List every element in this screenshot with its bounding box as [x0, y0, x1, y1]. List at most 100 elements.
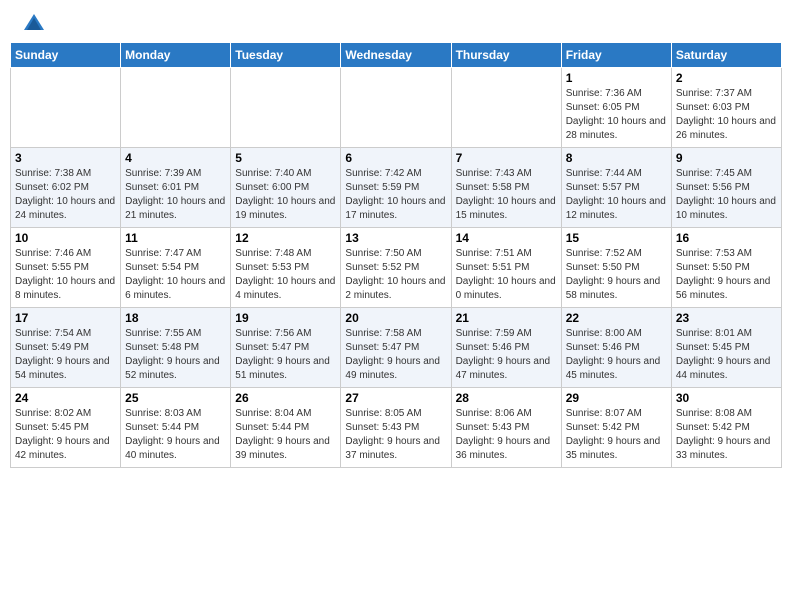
calendar-cell: 29Sunrise: 8:07 AMSunset: 5:42 PMDayligh…	[561, 388, 671, 468]
day-info: Sunrise: 7:42 AMSunset: 5:59 PMDaylight:…	[345, 167, 446, 223]
day-number: 21	[456, 311, 557, 325]
day-info: Sunrise: 7:50 AMSunset: 5:52 PMDaylight:…	[345, 247, 446, 303]
calendar-header-row: SundayMondayTuesdayWednesdayThursdayFrid…	[11, 43, 782, 68]
day-number: 26	[235, 391, 336, 405]
day-info: Sunrise: 7:51 AMSunset: 5:51 PMDaylight:…	[456, 247, 557, 303]
day-number: 30	[676, 391, 777, 405]
calendar-wrapper: SundayMondayTuesdayWednesdayThursdayFrid…	[0, 42, 792, 478]
calendar-cell	[341, 68, 451, 148]
day-info: Sunrise: 7:47 AMSunset: 5:54 PMDaylight:…	[125, 247, 226, 303]
day-number: 1	[566, 71, 667, 85]
day-number: 19	[235, 311, 336, 325]
calendar-week-3: 10 Sunrise: 7:46 AMSunset: 5:55 PMDayligh…	[11, 228, 782, 308]
calendar-cell: 2 Sunrise: 7:37 AMSunset: 6:03 PMDaylight…	[671, 68, 781, 148]
calendar-cell	[451, 68, 561, 148]
day-info: Sunrise: 7:43 AMSunset: 5:58 PMDaylight:…	[456, 167, 557, 223]
day-info: Sunrise: 7:52 AMSunset: 5:50 PMDaylight:…	[566, 247, 667, 303]
calendar-cell: 23 Sunrise: 8:01 AMSunset: 5:45 PMDayligh…	[671, 308, 781, 388]
day-info: Sunrise: 7:36 AMSunset: 6:05 PMDaylight:…	[566, 87, 667, 143]
calendar-cell: 10 Sunrise: 7:46 AMSunset: 5:55 PMDayligh…	[11, 228, 121, 308]
day-number: 27	[345, 391, 446, 405]
calendar-cell: 8Sunrise: 7:44 AMSunset: 5:57 PMDaylight…	[561, 148, 671, 228]
calendar-week-4: 17Sunrise: 7:54 AMSunset: 5:49 PMDayligh…	[11, 308, 782, 388]
calendar-cell: 28 Sunrise: 8:06 AMSunset: 5:43 PMDayligh…	[451, 388, 561, 468]
calendar-cell: 30 Sunrise: 8:08 AMSunset: 5:42 PMDayligh…	[671, 388, 781, 468]
day-number: 7	[456, 151, 557, 165]
day-info: Sunrise: 7:48 AMSunset: 5:53 PMDaylight:…	[235, 247, 336, 303]
calendar-table: SundayMondayTuesdayWednesdayThursdayFrid…	[10, 42, 782, 468]
day-number: 28	[456, 391, 557, 405]
day-info: Sunrise: 8:01 AMSunset: 5:45 PMDaylight:…	[676, 327, 777, 383]
day-number: 15	[566, 231, 667, 245]
day-number: 2	[676, 71, 777, 85]
day-number: 23	[676, 311, 777, 325]
calendar-cell: 22Sunrise: 8:00 AMSunset: 5:46 PMDayligh…	[561, 308, 671, 388]
day-info: Sunrise: 8:07 AMSunset: 5:42 PMDaylight:…	[566, 407, 667, 463]
day-number: 3	[15, 151, 116, 165]
page-header	[0, 0, 792, 42]
logo	[20, 10, 52, 38]
day-number: 6	[345, 151, 446, 165]
day-info: Sunrise: 7:53 AMSunset: 5:50 PMDaylight:…	[676, 247, 777, 303]
calendar-cell: 9 Sunrise: 7:45 AMSunset: 5:56 PMDaylight…	[671, 148, 781, 228]
calendar-cell: 11 Sunrise: 7:47 AMSunset: 5:54 PMDayligh…	[121, 228, 231, 308]
day-number: 25	[125, 391, 226, 405]
calendar-cell: 7 Sunrise: 7:43 AMSunset: 5:58 PMDaylight…	[451, 148, 561, 228]
calendar-cell: 21 Sunrise: 7:59 AMSunset: 5:46 PMDayligh…	[451, 308, 561, 388]
day-header-monday: Monday	[121, 43, 231, 68]
day-header-sunday: Sunday	[11, 43, 121, 68]
calendar-cell: 18Sunrise: 7:55 AMSunset: 5:48 PMDayligh…	[121, 308, 231, 388]
calendar-cell: 26 Sunrise: 8:04 AMSunset: 5:44 PMDayligh…	[231, 388, 341, 468]
day-info: Sunrise: 8:04 AMSunset: 5:44 PMDaylight:…	[235, 407, 336, 463]
day-number: 16	[676, 231, 777, 245]
day-info: Sunrise: 7:37 AMSunset: 6:03 PMDaylight:…	[676, 87, 777, 143]
day-number: 5	[235, 151, 336, 165]
day-header-wednesday: Wednesday	[341, 43, 451, 68]
calendar-cell: 14 Sunrise: 7:51 AMSunset: 5:51 PMDayligh…	[451, 228, 561, 308]
day-number: 13	[345, 231, 446, 245]
day-number: 8	[566, 151, 667, 165]
day-header-tuesday: Tuesday	[231, 43, 341, 68]
day-info: Sunrise: 8:00 AMSunset: 5:46 PMDaylight:…	[566, 327, 667, 383]
calendar-cell	[121, 68, 231, 148]
day-header-saturday: Saturday	[671, 43, 781, 68]
day-number: 20	[345, 311, 446, 325]
day-info: Sunrise: 7:39 AMSunset: 6:01 PMDaylight:…	[125, 167, 226, 223]
day-info: Sunrise: 7:59 AMSunset: 5:46 PMDaylight:…	[456, 327, 557, 383]
calendar-cell: 20Sunrise: 7:58 AMSunset: 5:47 PMDayligh…	[341, 308, 451, 388]
calendar-cell: 5Sunrise: 7:40 AMSunset: 6:00 PMDaylight…	[231, 148, 341, 228]
day-info: Sunrise: 8:08 AMSunset: 5:42 PMDaylight:…	[676, 407, 777, 463]
calendar-cell: 3Sunrise: 7:38 AMSunset: 6:02 PMDaylight…	[11, 148, 121, 228]
calendar-cell: 17Sunrise: 7:54 AMSunset: 5:49 PMDayligh…	[11, 308, 121, 388]
calendar-cell: 27 Sunrise: 8:05 AMSunset: 5:43 PMDayligh…	[341, 388, 451, 468]
day-info: Sunrise: 7:45 AMSunset: 5:56 PMDaylight:…	[676, 167, 777, 223]
day-number: 10	[15, 231, 116, 245]
day-info: Sunrise: 7:46 AMSunset: 5:55 PMDaylight:…	[15, 247, 116, 303]
day-info: Sunrise: 7:54 AMSunset: 5:49 PMDaylight:…	[15, 327, 116, 383]
day-number: 11	[125, 231, 226, 245]
day-number: 14	[456, 231, 557, 245]
calendar-week-2: 3Sunrise: 7:38 AMSunset: 6:02 PMDaylight…	[11, 148, 782, 228]
day-number: 24	[15, 391, 116, 405]
calendar-cell: 1 Sunrise: 7:36 AMSunset: 6:05 PMDaylight…	[561, 68, 671, 148]
day-info: Sunrise: 8:02 AMSunset: 5:45 PMDaylight:…	[15, 407, 116, 463]
day-info: Sunrise: 8:05 AMSunset: 5:43 PMDaylight:…	[345, 407, 446, 463]
calendar-cell: 6 Sunrise: 7:42 AMSunset: 5:59 PMDaylight…	[341, 148, 451, 228]
day-number: 4	[125, 151, 226, 165]
calendar-cell	[231, 68, 341, 148]
calendar-cell: 12 Sunrise: 7:48 AMSunset: 5:53 PMDayligh…	[231, 228, 341, 308]
calendar-cell: 13 Sunrise: 7:50 AMSunset: 5:52 PMDayligh…	[341, 228, 451, 308]
day-number: 12	[235, 231, 336, 245]
calendar-cell: 4 Sunrise: 7:39 AMSunset: 6:01 PMDaylight…	[121, 148, 231, 228]
day-info: Sunrise: 8:06 AMSunset: 5:43 PMDaylight:…	[456, 407, 557, 463]
calendar-cell: 16 Sunrise: 7:53 AMSunset: 5:50 PMDayligh…	[671, 228, 781, 308]
calendar-cell	[11, 68, 121, 148]
day-info: Sunrise: 7:55 AMSunset: 5:48 PMDaylight:…	[125, 327, 226, 383]
calendar-cell: 25Sunrise: 8:03 AMSunset: 5:44 PMDayligh…	[121, 388, 231, 468]
calendar-cell: 15 Sunrise: 7:52 AMSunset: 5:50 PMDayligh…	[561, 228, 671, 308]
calendar-week-1: 1 Sunrise: 7:36 AMSunset: 6:05 PMDaylight…	[11, 68, 782, 148]
day-number: 9	[676, 151, 777, 165]
day-header-friday: Friday	[561, 43, 671, 68]
logo-icon	[20, 10, 48, 38]
calendar-cell: 19Sunrise: 7:56 AMSunset: 5:47 PMDayligh…	[231, 308, 341, 388]
